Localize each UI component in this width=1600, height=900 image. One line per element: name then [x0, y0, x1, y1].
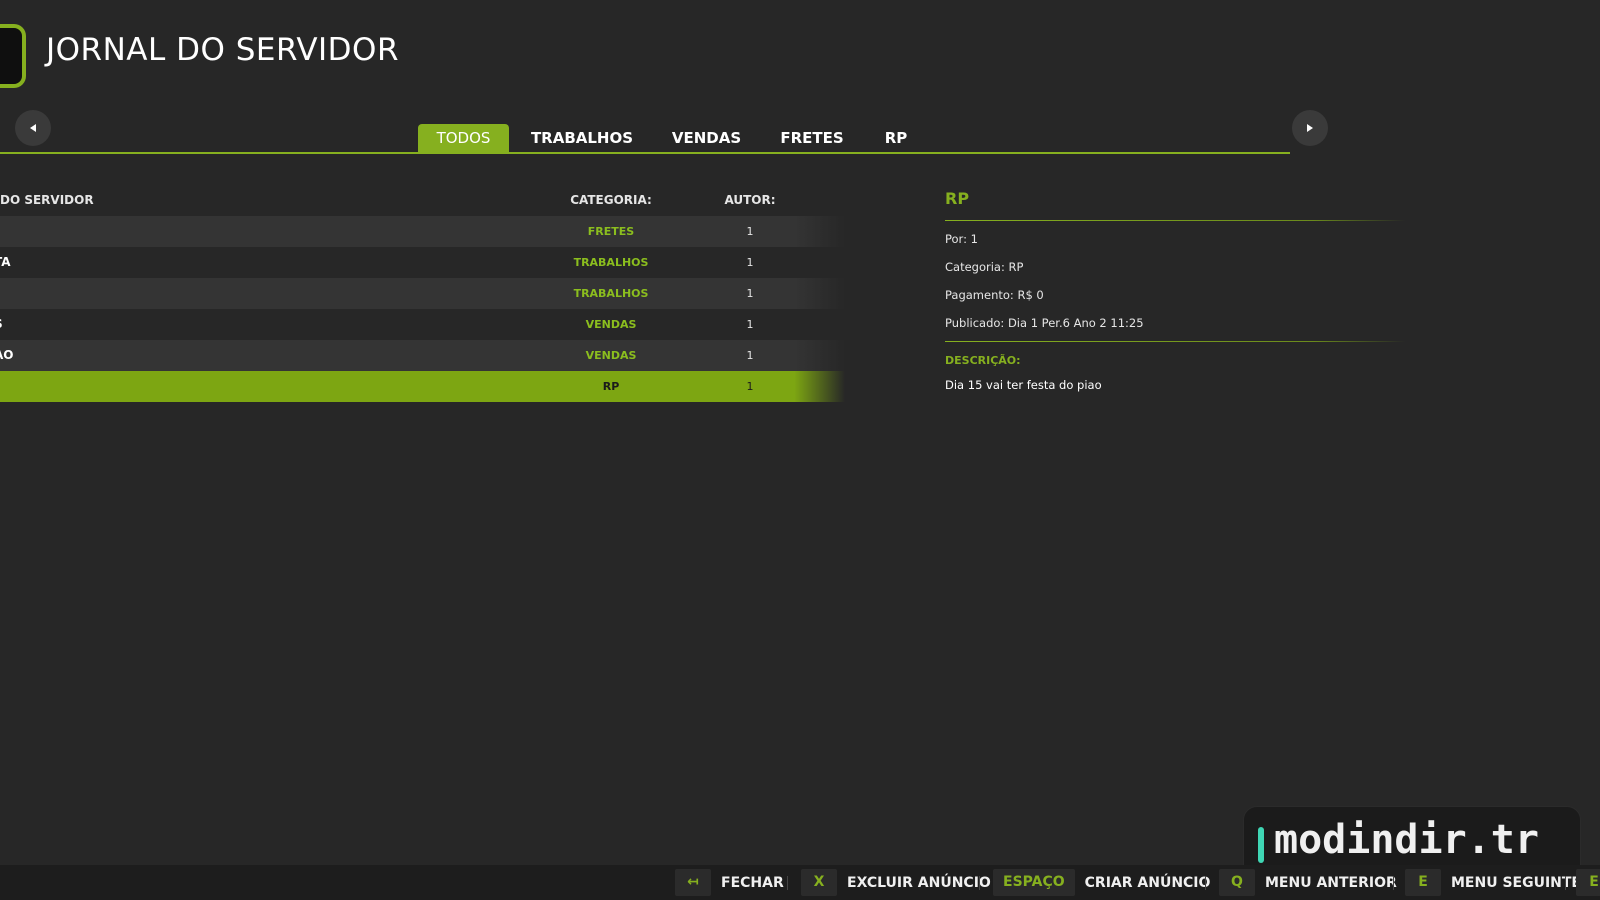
tab-vendas[interactable]: VENDAS	[664, 124, 749, 152]
announcements-table: FRETES 1 TA TRABALHOS 1 TRABALHOS 1 S VE…	[0, 216, 845, 402]
keybind-label: EXCLUIR ANÚNCIO	[847, 874, 991, 891]
details-divider	[945, 220, 1405, 221]
row-category: RP	[602, 380, 620, 393]
table-row-selected[interactable]: RP 1	[0, 371, 845, 402]
row-category: VENDAS	[585, 349, 637, 362]
column-header-author: AUTOR:	[724, 193, 776, 207]
row-author: 1	[746, 349, 754, 362]
column-header-title: DO SERVIDOR	[0, 193, 94, 207]
keybind-label: MENU ANTERIOR	[1265, 874, 1397, 891]
table-row[interactable]: S VENDAS 1	[0, 309, 845, 340]
table-row[interactable]: FRETES 1	[0, 216, 845, 247]
details-description-label: DESCRIÇÃO:	[945, 354, 1021, 367]
row-title	[0, 371, 534, 402]
keybind-separator	[979, 876, 980, 890]
keybind-extra[interactable]: E	[1576, 869, 1600, 896]
details-title: RP	[945, 189, 970, 208]
keybind-separator	[787, 876, 788, 890]
row-title: AO	[0, 348, 14, 362]
row-title: TA	[0, 255, 11, 269]
table-row[interactable]: TA TRABALHOS 1	[0, 247, 845, 278]
keybind-label: FECHAR	[721, 874, 784, 891]
details-divider	[945, 341, 1405, 342]
keybind-menu-anterior[interactable]: Q MENU ANTERIOR	[1219, 869, 1397, 896]
keybind-separator	[1393, 876, 1394, 890]
row-category: VENDAS	[585, 318, 637, 331]
keybind-label: MENU SEGUINTE	[1451, 874, 1581, 891]
column-header-category: CATEGORIA:	[570, 193, 652, 207]
row-title	[0, 278, 534, 309]
details-author: Por: 1	[945, 232, 978, 246]
watermark-bar	[1258, 827, 1264, 863]
key-badge: ESPAÇO	[993, 869, 1075, 896]
key-badge: E	[1405, 869, 1441, 896]
tab-trabalhos[interactable]: TRABALHOS	[528, 124, 636, 152]
details-payment: Pagamento: R$ 0	[945, 288, 1044, 302]
details-description: Dia 15 vai ter festa do piao	[945, 378, 1102, 392]
row-title	[0, 216, 534, 247]
key-badge: X	[801, 869, 837, 896]
page-title: JORNAL DO SERVIDOR	[46, 32, 399, 68]
row-category: FRETES	[587, 225, 635, 238]
category-tabs: TODOS TRABALHOS VENDAS FRETES RP	[0, 124, 1290, 154]
row-category: TRABALHOS	[573, 256, 649, 269]
tab-todos[interactable]: TODOS	[418, 124, 509, 152]
row-author: 1	[746, 318, 754, 331]
keybind-label: CRIAR ANÚNCIO	[1084, 874, 1211, 891]
arrow-right-icon	[1307, 124, 1313, 132]
table-row[interactable]: TRABALHOS 1	[0, 278, 845, 309]
row-author: 1	[746, 287, 754, 300]
app-logo	[0, 24, 26, 88]
keybind-separator	[1205, 876, 1206, 890]
app-root: JORNAL DO SERVIDOR TODOS TRABALHOS VENDA…	[0, 0, 1600, 900]
next-page-button[interactable]	[1292, 110, 1328, 146]
tab-fretes[interactable]: FRETES	[776, 124, 848, 152]
details-published: Publicado: Dia 1 Per.6 Ano 2 11:25	[945, 316, 1144, 330]
keybind-criar-anuncio[interactable]: ESPAÇO CRIAR ANÚNCIO	[993, 869, 1210, 896]
table-row[interactable]: AO VENDAS 1	[0, 340, 845, 371]
keybind-fechar[interactable]: ↤ FECHAR	[675, 869, 784, 896]
keybind-excluir-anuncio[interactable]: X EXCLUIR ANÚNCIO	[801, 869, 991, 896]
row-author: 1	[746, 256, 754, 269]
watermark-text: modindir.tr	[1274, 817, 1539, 863]
details-category: Categoria: RP	[945, 260, 1024, 274]
key-badge: ↤	[675, 869, 711, 896]
row-author: 1	[746, 225, 754, 238]
row-title: S	[0, 309, 534, 340]
tab-rp[interactable]: RP	[876, 124, 916, 152]
keybind-menu-seguinte[interactable]: E MENU SEGUINTE	[1405, 869, 1581, 896]
row-author: 1	[746, 380, 754, 393]
keybinding-bar: ↤ FECHAR X EXCLUIR ANÚNCIO ESPAÇO CRIAR …	[0, 865, 1600, 900]
keybind-separator	[1565, 876, 1566, 890]
key-badge: E	[1576, 869, 1600, 896]
row-category: TRABALHOS	[573, 287, 649, 300]
key-badge: Q	[1219, 869, 1255, 896]
